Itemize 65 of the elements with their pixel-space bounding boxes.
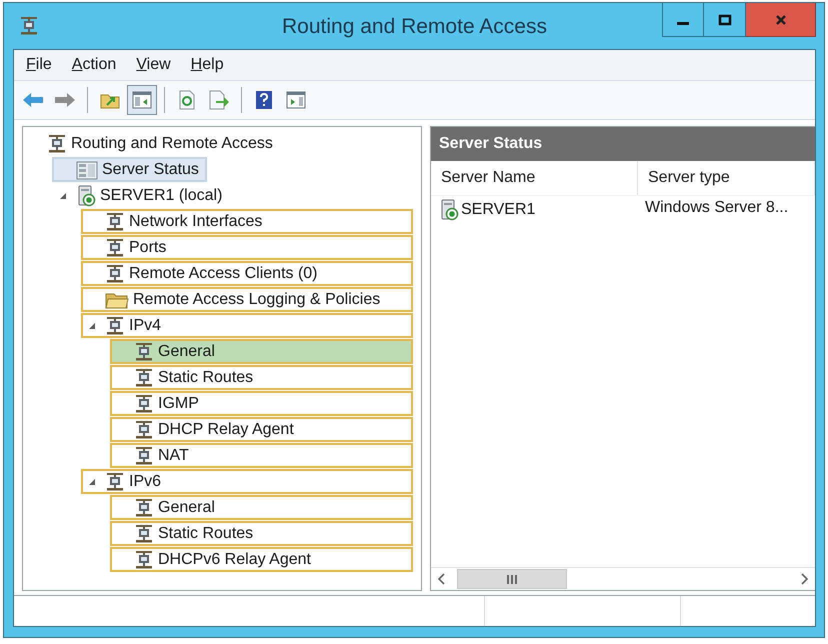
toolbar-button[interactable]: [127, 85, 157, 115]
close-button[interactable]: [746, 3, 816, 37]
tree-item[interactable]: Remote Access Logging & Policies: [81, 287, 413, 312]
window-title: Routing and Remote Access: [281, 15, 548, 39]
network-node-icon: [134, 394, 154, 414]
menu-item[interactable]: Help: [182, 54, 232, 76]
tree-item[interactable]: Static Routes: [110, 521, 413, 546]
grip-icon: [507, 574, 517, 584]
server-icon: [76, 184, 96, 206]
server-icon: [439, 199, 459, 221]
menu-item[interactable]: Action: [64, 54, 124, 76]
tree-item[interactable]: General: [110, 495, 413, 520]
tree-item[interactable]: Remote Access Clients (0): [81, 261, 413, 286]
scrollbar-thumb[interactable]: [457, 569, 567, 589]
pane-header: Server Status: [431, 127, 815, 161]
network-node-icon: [134, 446, 154, 466]
network-node-icon: [134, 368, 154, 388]
expanded-arrow-icon[interactable]: [88, 322, 96, 330]
tree-item[interactable]: DHCP Relay Agent: [110, 417, 413, 442]
network-node-icon: [105, 472, 125, 492]
column-header[interactable]: Server type: [638, 161, 815, 195]
tree-item[interactable]: Routing and Remote Access: [23, 131, 413, 156]
close-icon: [774, 12, 788, 26]
network-node-icon: [134, 550, 154, 570]
minimize-button[interactable]: [662, 3, 704, 37]
menu-item[interactable]: File: [18, 54, 60, 76]
console-tree-icon: [132, 91, 152, 109]
tree-item[interactable]: IPv4: [81, 313, 413, 338]
maximize-icon: [718, 12, 732, 26]
network-node-icon: [134, 342, 154, 362]
network-node-icon: [19, 16, 39, 36]
server-list-icon: [76, 160, 98, 180]
column-header[interactable]: Server Name: [431, 161, 638, 195]
tree-item[interactable]: DHCPv6 Relay Agent: [110, 547, 413, 572]
tree-item[interactable]: Static Routes: [110, 365, 413, 390]
tree-item[interactable]: IGMP: [110, 391, 413, 416]
tree-item[interactable]: General: [110, 339, 413, 364]
network-node-icon: [105, 238, 125, 258]
tree-item[interactable]: Ports: [81, 235, 413, 260]
expanded-arrow-icon[interactable]: [88, 478, 96, 486]
maximize-button[interactable]: [704, 3, 746, 37]
list-cell-text: Windows Server 8...: [644, 198, 790, 218]
forward-arrow-icon: [54, 91, 76, 109]
action-pane-icon: [286, 91, 306, 109]
minimize-icon: [677, 22, 689, 25]
tree-item[interactable]: NAT: [110, 443, 413, 468]
network-node-icon: [134, 498, 154, 518]
tree-item[interactable]: SERVER1 (local): [52, 183, 413, 208]
refresh-icon: [178, 90, 196, 110]
list-item-name[interactable]: SERVER1: [461, 201, 536, 219]
network-node-icon: [105, 264, 125, 284]
export-list-icon: [208, 90, 230, 110]
tree-item[interactable]: IPv6: [81, 469, 413, 494]
back-arrow-icon: [22, 91, 44, 109]
network-node-icon: [105, 212, 125, 232]
menu-item[interactable]: View: [128, 54, 179, 76]
network-node-icon: [134, 420, 154, 440]
tree-item[interactable]: Server Status: [52, 157, 207, 182]
tree-item[interactable]: Network Interfaces: [81, 209, 413, 234]
expanded-arrow-icon[interactable]: [59, 192, 67, 200]
help-icon: [255, 90, 273, 110]
network-node-icon: [47, 134, 67, 154]
network-node-icon: [134, 524, 154, 544]
network-node-icon: [105, 316, 125, 336]
horizontal-scrollbar[interactable]: [431, 567, 815, 590]
